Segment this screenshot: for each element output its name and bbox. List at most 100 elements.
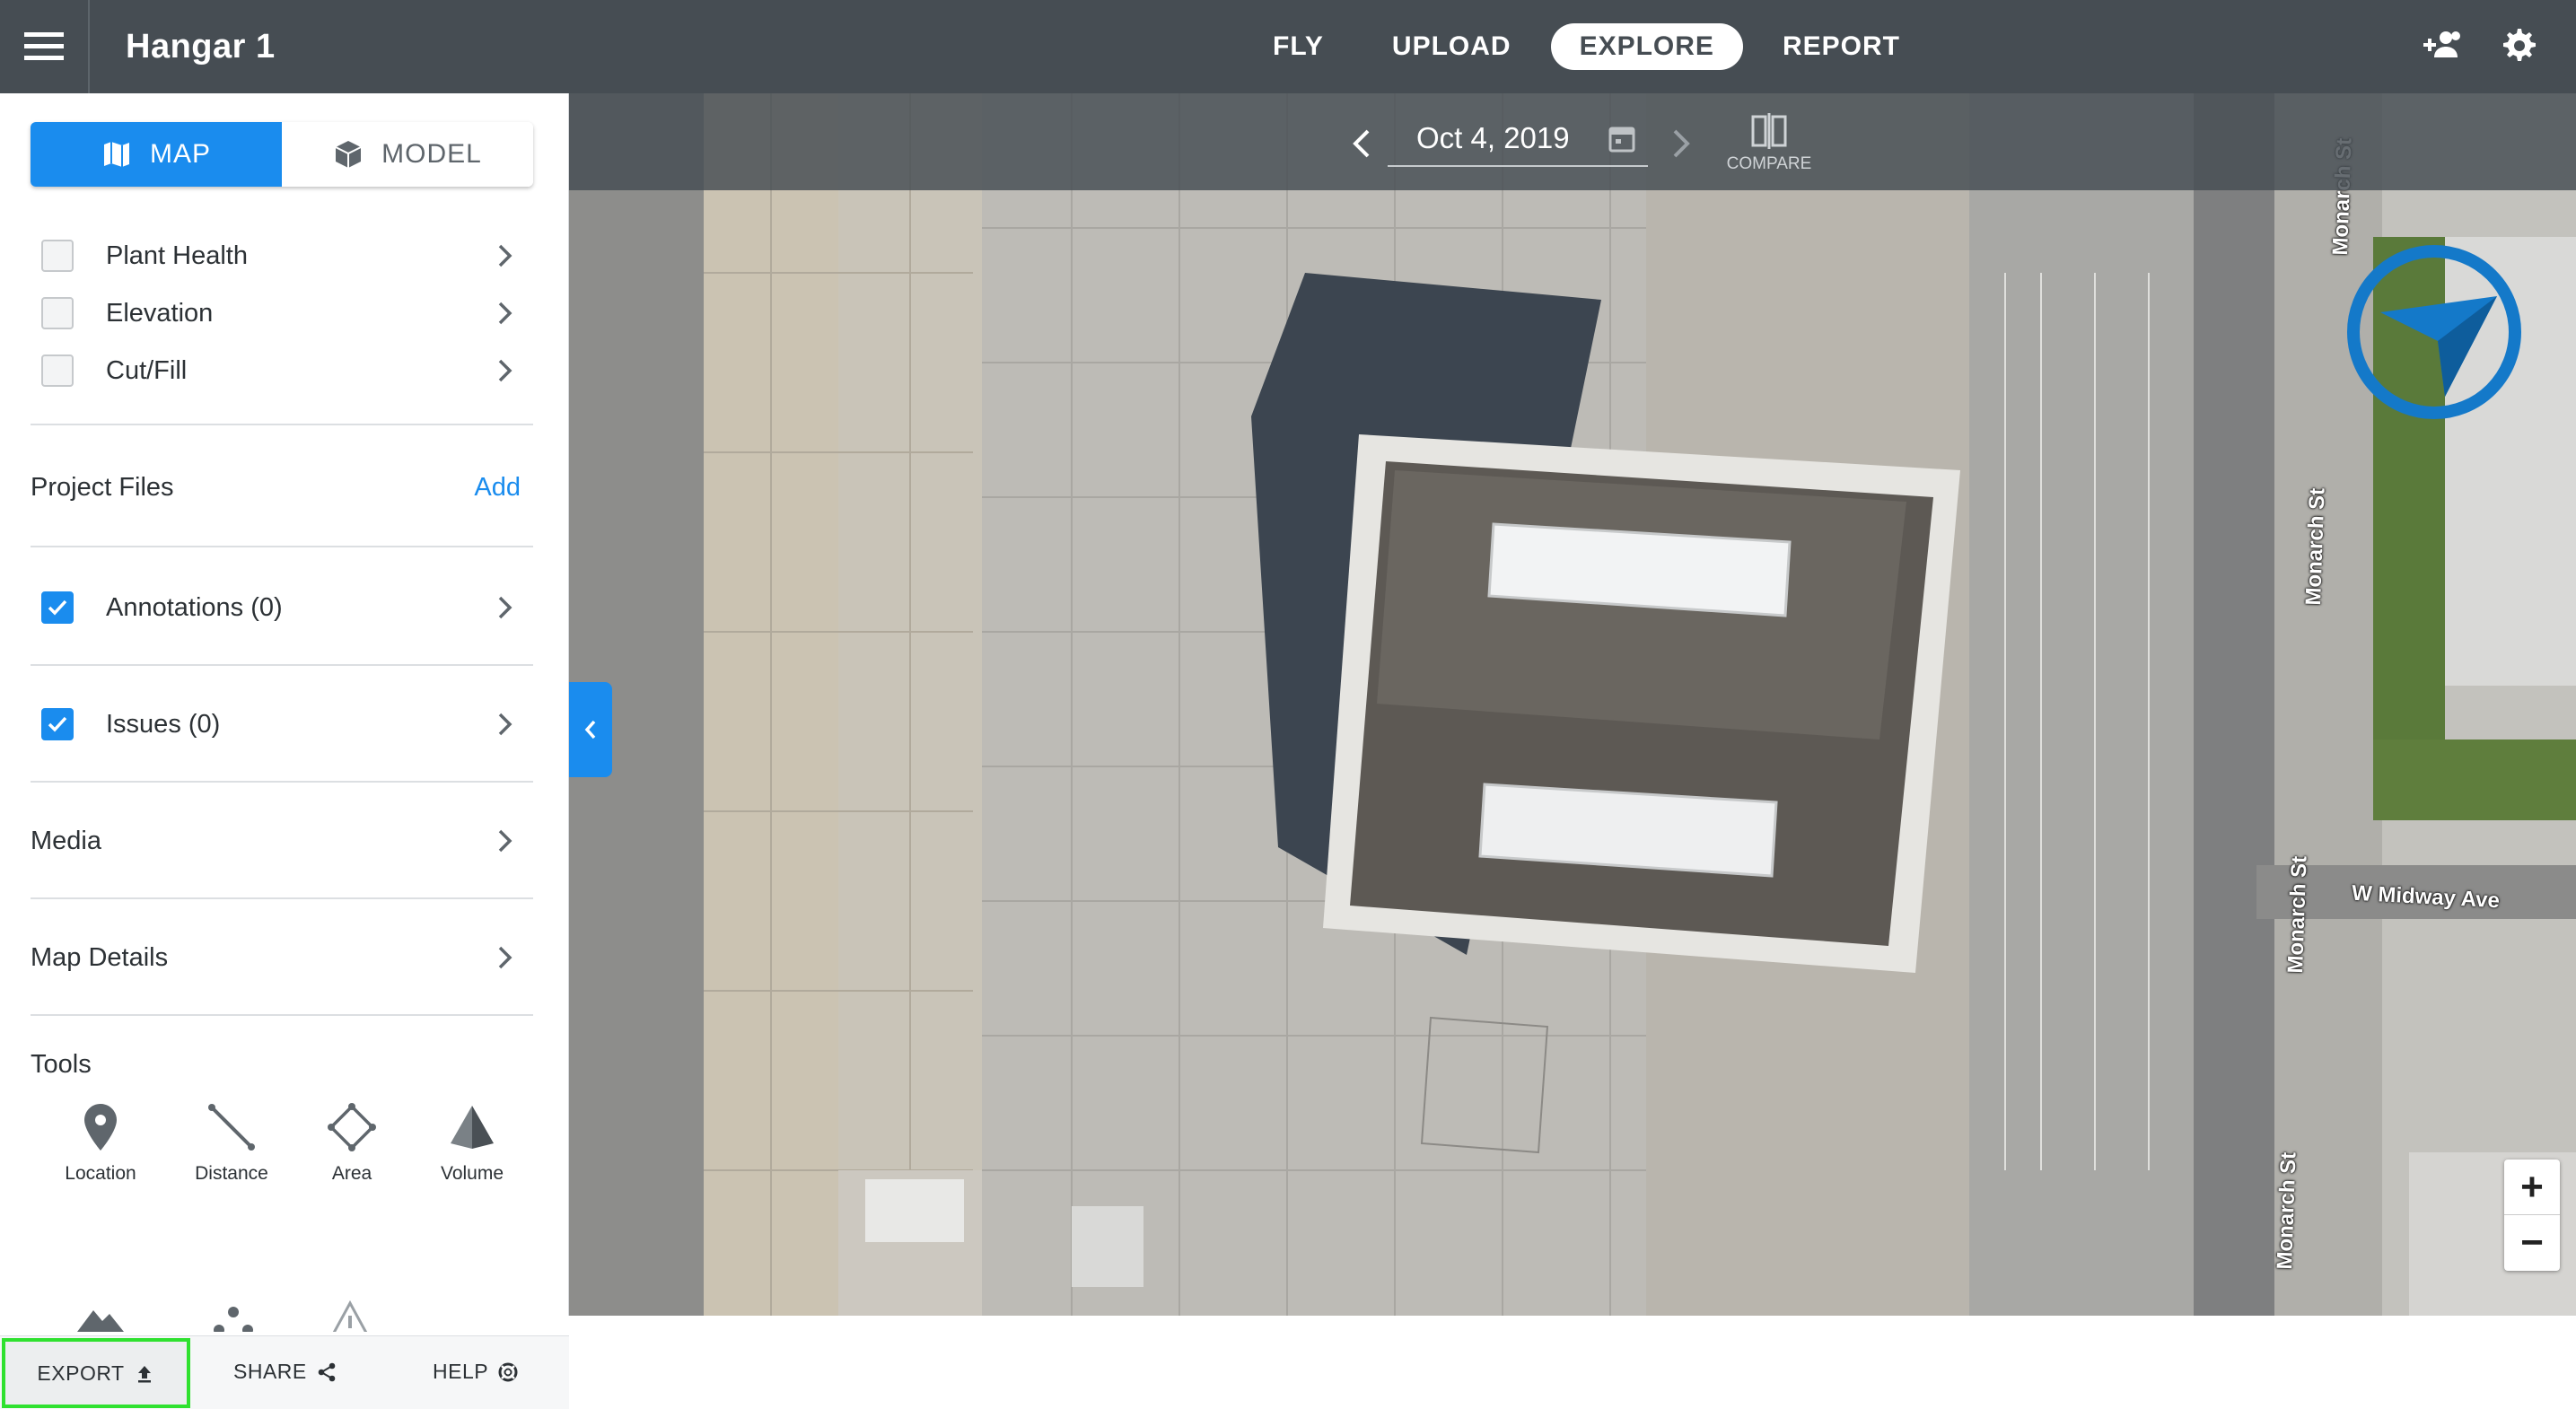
tool-label: Area [331, 1163, 372, 1184]
chevron-right-icon [498, 244, 513, 267]
export-label: EXPORT [37, 1361, 125, 1385]
next-date-button[interactable] [1662, 126, 1698, 162]
divider [31, 781, 533, 783]
media-row[interactable]: Media [31, 818, 533, 863]
plant-health-checkbox[interactable] [41, 240, 74, 272]
tool-label: Volume [440, 1163, 504, 1184]
tool-location[interactable]: Location [47, 1102, 154, 1185]
layer-label: Plant Health [106, 241, 248, 270]
tool-volume[interactable]: Volume [418, 1102, 526, 1185]
layer-label: Cut/Fill [106, 355, 188, 385]
divider [31, 897, 533, 899]
help-button[interactable]: HELP [433, 1360, 519, 1384]
sidebar-footer: EXPORT SHARE HELP [0, 1335, 569, 1409]
divider [31, 1014, 533, 1016]
collapse-panel-button[interactable] [569, 682, 612, 777]
annotations-row[interactable]: Annotations (0) [31, 585, 533, 630]
pin-icon [84, 1104, 117, 1151]
chevron-right-icon [498, 713, 513, 736]
project-title: Hangar 1 [126, 28, 276, 66]
checkmark-icon [48, 716, 67, 732]
tools-heading: Tools [31, 1050, 92, 1079]
elevation-checkbox[interactable] [41, 297, 74, 329]
issues-checkbox[interactable] [41, 708, 74, 740]
date-value: Oct 4, 2019 [1416, 121, 1570, 154]
north-arrow-compass[interactable] [2344, 242, 2524, 422]
share-button[interactable]: SHARE [233, 1360, 337, 1384]
pyramid-icon [451, 1106, 494, 1149]
issues-label: Issues (0) [106, 709, 221, 739]
ruler-line-icon [208, 1104, 255, 1151]
mountain-icon[interactable] [75, 1300, 126, 1332]
street-label: Monarch St [2273, 1151, 2301, 1270]
map-view-label: MAP [149, 139, 211, 169]
map-view-button[interactable]: MAP [31, 122, 282, 187]
zoom-control: + − [2504, 1160, 2560, 1271]
date-bar: Oct 4, 2019 COMPARE [569, 93, 2576, 190]
annotations-checkbox[interactable] [41, 591, 74, 624]
project-files-label: Project Files [31, 472, 174, 502]
share-icon [318, 1362, 336, 1381]
cut-fill-checkbox[interactable] [41, 354, 74, 387]
top-bar: Hangar 1 FLY UPLOAD EXPLORE REPORT [0, 0, 2576, 93]
model-view-button[interactable]: MODEL [282, 122, 533, 187]
issues-row[interactable]: Issues (0) [31, 702, 533, 747]
date-selector[interactable]: Oct 4, 2019 [1388, 111, 1648, 167]
compare-button[interactable]: COMPARE [1720, 111, 1818, 174]
map-canvas[interactable]: Monarch St Monarch St Monarch St Monarch… [569, 93, 2576, 1316]
chevron-right-icon [498, 359, 513, 382]
main-nav: FLY UPLOAD EXPLORE REPORT [1239, 20, 1934, 74]
project-files-section: Project Files Add [31, 465, 533, 510]
tab-fly[interactable]: FLY [1244, 23, 1353, 70]
zoom-out-button[interactable]: − [2504, 1215, 2560, 1271]
share-label: SHARE [233, 1360, 307, 1383]
chevron-right-icon [498, 302, 513, 325]
aerial-imagery [569, 93, 2576, 1316]
chevron-right-icon [498, 596, 513, 619]
layer-elevation[interactable]: Elevation [31, 291, 533, 336]
calendar-icon [1608, 127, 1635, 153]
layer-label: Elevation [106, 298, 214, 328]
model-view-label: MODEL [381, 139, 482, 169]
street-label: Monarch St [2283, 855, 2312, 974]
cube-icon [335, 141, 362, 168]
map-details-label: Map Details [31, 942, 169, 972]
gear-icon[interactable] [2495, 23, 2540, 68]
add-user-icon[interactable] [2420, 23, 2465, 68]
chevron-right-icon [498, 946, 513, 969]
tool-distance[interactable]: Distance [178, 1102, 285, 1185]
view-toggle: MAP MODEL [31, 122, 533, 187]
layer-plant-health[interactable]: Plant Health [31, 233, 533, 278]
left-panel: MAP MODEL Plant Health Elevation Cut/Fil… [0, 93, 569, 1409]
street-label: Monarch St [2301, 487, 2330, 606]
hamburger-icon [24, 32, 64, 60]
chevron-left-icon [584, 720, 596, 740]
tool-area[interactable]: Area [298, 1102, 406, 1185]
chevron-right-icon [498, 829, 513, 853]
media-label: Media [31, 826, 101, 855]
add-project-file-link[interactable]: Add [474, 473, 521, 503]
map-details-row[interactable]: Map Details [31, 935, 533, 980]
divider [31, 424, 533, 425]
tool-label: Location [65, 1163, 136, 1184]
tab-report[interactable]: REPORT [1754, 23, 1929, 70]
points-icon[interactable] [208, 1300, 258, 1332]
divider [31, 664, 533, 666]
warning-icon[interactable] [325, 1300, 375, 1332]
zoom-in-button[interactable]: + [2504, 1160, 2560, 1215]
tab-explore[interactable]: EXPLORE [1550, 23, 1743, 70]
compare-label: COMPARE [1726, 154, 1812, 173]
polygon-icon [328, 1103, 376, 1151]
compare-icon [1751, 113, 1787, 149]
menu-button[interactable] [0, 0, 90, 93]
upload-icon [137, 1366, 151, 1383]
tool-label: Distance [195, 1163, 268, 1184]
export-button[interactable]: EXPORT [2, 1338, 190, 1408]
divider [31, 546, 533, 547]
lifebuoy-icon [498, 1362, 518, 1381]
help-label: HELP [433, 1360, 489, 1383]
tab-upload[interactable]: UPLOAD [1363, 23, 1540, 70]
annotations-label: Annotations (0) [106, 592, 283, 622]
layer-cut-fill[interactable]: Cut/Fill [31, 348, 533, 393]
previous-date-button[interactable] [1345, 126, 1380, 162]
